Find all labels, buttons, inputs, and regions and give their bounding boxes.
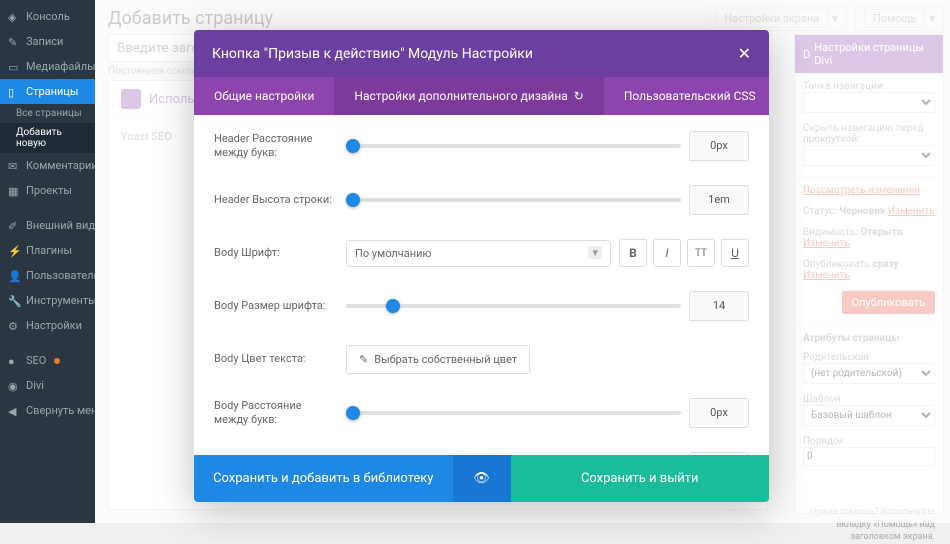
sidebar-item-console[interactable]: ◈Консоль xyxy=(0,4,95,29)
sidebar-sub-all-pages[interactable]: Все страницы xyxy=(0,104,95,123)
field-header-letter-spacing: Header Расстояние между букв: 0px xyxy=(214,131,749,161)
body-letter-spacing-slider[interactable] xyxy=(346,411,681,415)
gear-icon: ⚙ xyxy=(8,320,20,332)
body-size-slider[interactable] xyxy=(346,304,681,308)
save-exit-button[interactable]: Сохранить и выйти xyxy=(511,455,770,502)
bold-button[interactable]: B xyxy=(619,239,647,267)
sidebar-item-projects[interactable]: ▦Проекты xyxy=(0,178,95,203)
sidebar-item-divi[interactable]: ◉Divi xyxy=(0,373,95,398)
body-font-select[interactable]: По умолчанию xyxy=(346,240,611,267)
field-body-color: Body Цвет текста: ✎Выбрать собственный ц… xyxy=(214,345,749,374)
body-size-value[interactable]: 14 xyxy=(689,291,749,321)
close-icon[interactable]: ✕ xyxy=(738,44,751,63)
sidebar-item-seo[interactable]: ●SEO xyxy=(0,348,95,373)
eye-icon: 👁 xyxy=(473,471,490,486)
brush-icon: ✐ xyxy=(8,220,20,232)
seo-icon: ● xyxy=(8,355,20,367)
sidebar-item-users[interactable]: 👤Пользователи xyxy=(0,263,95,288)
italic-button[interactable]: I xyxy=(653,239,681,267)
header-letter-spacing-slider[interactable] xyxy=(346,144,681,148)
uppercase-button[interactable]: TT xyxy=(687,239,715,267)
page-icon: ▯ xyxy=(8,86,20,98)
sidebar-item-collapse[interactable]: ◀Свернуть меню xyxy=(0,398,95,423)
header-letter-spacing-value[interactable]: 0px xyxy=(689,131,749,161)
pencil-icon: ✎ xyxy=(359,353,368,366)
field-body-font: Body Шрифт: По умолчанию B I TT U xyxy=(214,239,749,267)
save-to-library-button[interactable]: Сохранить и добавить в библиотеку xyxy=(194,455,453,502)
header-line-height-value[interactable]: 1em xyxy=(689,185,749,215)
modal-tabs: Общие настройки Настройки дополнительног… xyxy=(194,77,769,115)
comment-icon: ✉ xyxy=(8,160,20,172)
modal-body: Header Расстояние между букв: 0px Header… xyxy=(194,115,769,455)
tab-general[interactable]: Общие настройки xyxy=(194,77,334,115)
sidebar-sub-add-new[interactable]: Добавить новую xyxy=(0,123,95,153)
modal-footer: Сохранить и добавить в библиотеку 👁 Сохр… xyxy=(194,455,769,502)
modal-titlebar: Кнопка "Призыв к действию" Модуль Настро… xyxy=(194,30,769,77)
field-body-letter-spacing: Body Расстояние между букв: 0px xyxy=(214,398,749,428)
field-header-line-height: Header Высота строки: 1em xyxy=(214,185,749,215)
tab-css[interactable]: Пользовательский CSS xyxy=(604,77,769,115)
sidebar-item-settings[interactable]: ⚙Настройки xyxy=(0,313,95,338)
divi-icon: ◉ xyxy=(8,380,20,392)
refresh-icon: ↻ xyxy=(574,89,584,103)
sidebar-item-posts[interactable]: ✎Записи xyxy=(0,29,95,54)
sidebar-item-comments[interactable]: ✉Комментарии xyxy=(0,153,95,178)
preview-button[interactable]: 👁 xyxy=(453,455,511,502)
module-settings-modal: Кнопка "Призыв к действию" Модуль Настро… xyxy=(194,30,769,502)
sidebar-item-appearance[interactable]: ✐Внешний вид xyxy=(0,213,95,238)
sidebar-item-media[interactable]: ▭Медиафайлы xyxy=(0,54,95,79)
plugin-icon: ⚡ xyxy=(8,245,20,257)
user-icon: 👤 xyxy=(8,270,20,282)
field-body-size: Body Размер шрифта: 14 xyxy=(214,291,749,321)
dashboard-icon: ◈ xyxy=(8,11,20,23)
sidebar-item-tools[interactable]: 🔧Инструменты xyxy=(0,288,95,313)
color-picker-button[interactable]: ✎Выбрать собственный цвет xyxy=(346,345,530,374)
admin-sidebar: ◈Консоль ✎Записи ▭Медиафайлы ▯Страницы В… xyxy=(0,0,95,523)
sidebar-item-pages[interactable]: ▯Страницы xyxy=(0,79,95,104)
tab-design[interactable]: Настройки дополнительного дизайна↻ xyxy=(334,77,603,115)
collapse-icon: ◀ xyxy=(8,405,20,417)
tool-icon: 🔧 xyxy=(8,295,20,307)
underline-button[interactable]: U xyxy=(721,239,749,267)
modal-title-text: Кнопка "Призыв к действию" Модуль Настро… xyxy=(212,46,533,62)
header-line-height-slider[interactable] xyxy=(346,198,681,202)
media-icon: ▭ xyxy=(8,61,20,73)
project-icon: ▦ xyxy=(8,185,20,197)
pin-icon: ✎ xyxy=(8,36,20,48)
badge-icon xyxy=(54,358,60,364)
sidebar-item-plugins[interactable]: ⚡Плагины xyxy=(0,238,95,263)
body-letter-spacing-value[interactable]: 0px xyxy=(689,398,749,428)
